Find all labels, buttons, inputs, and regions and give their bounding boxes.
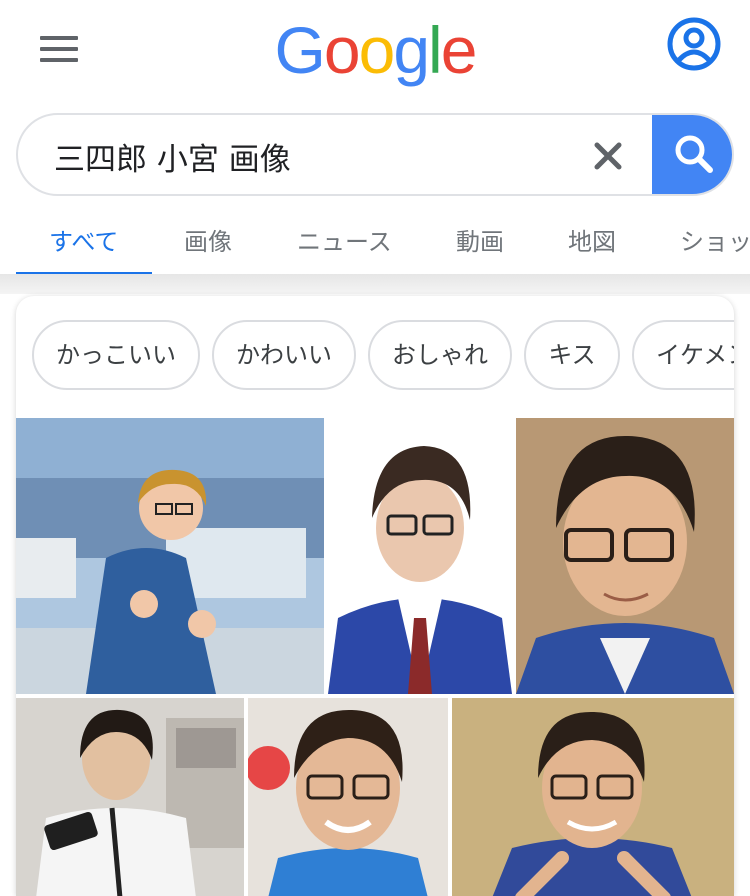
- tab-maps[interactable]: 地図: [568, 222, 616, 257]
- result-image-1[interactable]: [16, 418, 324, 694]
- search-bar: [16, 113, 734, 196]
- logo-letter: e: [440, 13, 478, 87]
- tab-shopping[interactable]: ショッ: [680, 222, 750, 257]
- result-image-3[interactable]: [516, 418, 734, 694]
- result-image-5[interactable]: [248, 698, 448, 896]
- chip-ikemen[interactable]: イケメン: [632, 320, 734, 390]
- photo-image: [516, 418, 734, 694]
- chip-kiss[interactable]: キス: [524, 320, 620, 390]
- divider: [0, 274, 750, 294]
- tab-videos[interactable]: 動画: [456, 222, 504, 257]
- account-button[interactable]: [666, 16, 722, 72]
- result-image-6[interactable]: [452, 698, 734, 896]
- photo-image: [16, 418, 324, 694]
- photo-image: [452, 698, 734, 896]
- close-icon: [594, 142, 622, 170]
- search-button[interactable]: [652, 115, 732, 194]
- photo-image: [16, 698, 244, 896]
- tab-news[interactable]: ニュース: [297, 222, 392, 257]
- logo-letter: l: [428, 13, 443, 87]
- image-results-card: かっこいい かわいい おしゃれ キス イケメン: [16, 296, 734, 896]
- tab-all[interactable]: すべて: [49, 222, 118, 257]
- logo-letter: g: [393, 13, 430, 87]
- photo-image: [328, 418, 512, 694]
- clear-button[interactable]: [588, 133, 628, 177]
- result-image-2[interactable]: [328, 418, 512, 694]
- chip-kawaii[interactable]: かわいい: [212, 320, 356, 390]
- chip-kakkoii[interactable]: かっこいい: [32, 320, 200, 390]
- result-image-4[interactable]: [16, 698, 244, 896]
- tab-images[interactable]: 画像: [184, 222, 232, 257]
- account-icon: [667, 17, 721, 71]
- logo-letter: G: [274, 13, 326, 87]
- logo-letter: o: [323, 13, 361, 87]
- search-input[interactable]: [52, 125, 576, 187]
- refinement-chips: かっこいい かわいい おしゃれ キス イケメン: [16, 320, 734, 394]
- chip-oshare[interactable]: おしゃれ: [368, 320, 512, 390]
- photo-image: [248, 698, 448, 896]
- logo-letter: o: [358, 13, 396, 87]
- search-icon: [675, 135, 713, 173]
- search-tabs: すべて 画像 ニュース 動画 地図 ショッ: [0, 210, 750, 276]
- google-logo[interactable]: Google: [0, 10, 750, 90]
